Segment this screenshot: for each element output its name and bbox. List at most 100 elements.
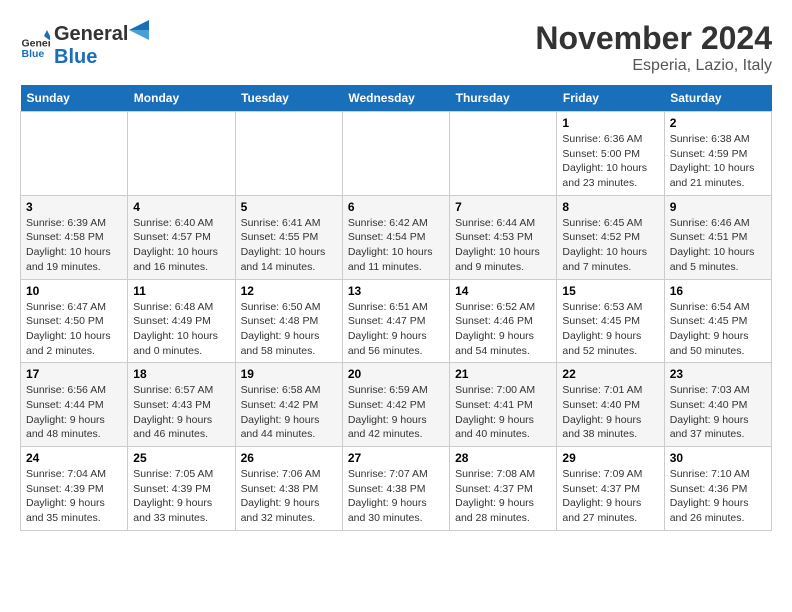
calendar-cell: 5 Sunrise: 6:41 AMSunset: 4:55 PMDaylight… — [235, 195, 342, 279]
calendar-cell: 14 Sunrise: 6:52 AMSunset: 4:46 PMDayligh… — [450, 279, 557, 363]
calendar-cell: 16 Sunrise: 6:54 AMSunset: 4:45 PMDayligh… — [664, 279, 771, 363]
calendar-cell: 27 Sunrise: 7:07 AMSunset: 4:38 PMDayligh… — [342, 447, 449, 531]
month-title: November 2024 — [535, 20, 772, 57]
weekday-header-friday: Friday — [557, 85, 664, 112]
weekday-header-tuesday: Tuesday — [235, 85, 342, 112]
calendar-cell: 1Sunrise: 6:36 AMSunset: 5:00 PMDaylight… — [557, 112, 664, 196]
day-info: Sunrise: 6:39 AMSunset: 4:58 PMDaylight:… — [26, 216, 122, 275]
svg-text:Blue: Blue — [22, 48, 45, 60]
day-number: 12 — [241, 284, 337, 298]
weekday-header-saturday: Saturday — [664, 85, 771, 112]
day-number: 16 — [670, 284, 766, 298]
calendar-cell: 13 Sunrise: 6:51 AMSunset: 4:47 PMDayligh… — [342, 279, 449, 363]
logo: General Blue General Blue — [20, 20, 149, 69]
calendar-week-row: 24Sunrise: 7:04 AMSunset: 4:39 PMDayligh… — [21, 447, 772, 531]
day-number: 10 — [26, 284, 122, 298]
day-number: 26 — [241, 451, 337, 465]
day-info: Sunrise: 6:44 AMSunset: 4:53 PMDaylight:… — [455, 216, 551, 275]
calendar-cell: 6 Sunrise: 6:42 AMSunset: 4:54 PMDaylight… — [342, 195, 449, 279]
day-info: Sunrise: 6:50 AMSunset: 4:48 PMDaylight:… — [241, 300, 337, 359]
day-number: 14 — [455, 284, 551, 298]
day-number: 19 — [241, 367, 337, 381]
day-number: 5 — [241, 200, 337, 214]
calendar-cell: 9Sunrise: 6:46 AMSunset: 4:51 PMDaylight… — [664, 195, 771, 279]
calendar-cell — [235, 112, 342, 196]
calendar-week-row: 10 Sunrise: 6:47 AMSunset: 4:50 PMDayligh… — [21, 279, 772, 363]
location-subtitle: Esperia, Lazio, Italy — [535, 57, 772, 75]
day-number: 18 — [133, 367, 229, 381]
day-info: Sunrise: 7:01 AMSunset: 4:40 PMDaylight:… — [562, 383, 658, 442]
day-info: Sunrise: 7:03 AMSunset: 4:40 PMDaylight:… — [670, 383, 766, 442]
day-number: 7 — [455, 200, 551, 214]
calendar-cell: 21Sunrise: 7:00 AMSunset: 4:41 PMDayligh… — [450, 363, 557, 447]
day-number: 25 — [133, 451, 229, 465]
calendar-cell: 7 Sunrise: 6:44 AMSunset: 4:53 PMDaylight… — [450, 195, 557, 279]
day-info: Sunrise: 6:38 AMSunset: 4:59 PMDaylight:… — [670, 132, 766, 191]
calendar-week-row: 17 Sunrise: 6:56 AMSunset: 4:44 PMDayligh… — [21, 363, 772, 447]
calendar-cell: 19 Sunrise: 6:58 AMSunset: 4:42 PMDayligh… — [235, 363, 342, 447]
day-info: Sunrise: 6:51 AMSunset: 4:47 PMDaylight:… — [348, 300, 444, 359]
day-number: 1 — [562, 116, 658, 130]
day-info: Sunrise: 7:06 AMSunset: 4:38 PMDaylight:… — [241, 467, 337, 526]
calendar-cell: 24Sunrise: 7:04 AMSunset: 4:39 PMDayligh… — [21, 447, 128, 531]
day-info: Sunrise: 6:59 AMSunset: 4:42 PMDaylight:… — [348, 383, 444, 442]
day-info: Sunrise: 7:07 AMSunset: 4:38 PMDaylight:… — [348, 467, 444, 526]
day-number: 8 — [562, 200, 658, 214]
calendar-cell: 4 Sunrise: 6:40 AMSunset: 4:57 PMDaylight… — [128, 195, 235, 279]
calendar-cell — [128, 112, 235, 196]
day-info: Sunrise: 6:42 AMSunset: 4:54 PMDaylight:… — [348, 216, 444, 275]
day-info: Sunrise: 6:47 AMSunset: 4:50 PMDaylight:… — [26, 300, 122, 359]
day-number: 3 — [26, 200, 122, 214]
calendar-cell — [450, 112, 557, 196]
calendar-cell — [21, 112, 128, 196]
calendar-week-row: 1Sunrise: 6:36 AMSunset: 5:00 PMDaylight… — [21, 112, 772, 196]
day-info: Sunrise: 6:54 AMSunset: 4:45 PMDaylight:… — [670, 300, 766, 359]
day-number: 17 — [26, 367, 122, 381]
logo-icon: General Blue — [20, 30, 50, 60]
weekday-header-row: SundayMondayTuesdayWednesdayThursdayFrid… — [21, 85, 772, 112]
calendar-cell: 2Sunrise: 6:38 AMSunset: 4:59 PMDaylight… — [664, 112, 771, 196]
day-number: 21 — [455, 367, 551, 381]
logo-blue: Blue — [54, 46, 97, 68]
logo-triangle — [129, 20, 149, 40]
day-info: Sunrise: 6:57 AMSunset: 4:43 PMDaylight:… — [133, 383, 229, 442]
day-number: 30 — [670, 451, 766, 465]
weekday-header-monday: Monday — [128, 85, 235, 112]
calendar-body: 1Sunrise: 6:36 AMSunset: 5:00 PMDaylight… — [21, 112, 772, 531]
day-info: Sunrise: 7:10 AMSunset: 4:36 PMDaylight:… — [670, 467, 766, 526]
day-number: 24 — [26, 451, 122, 465]
day-info: Sunrise: 7:05 AMSunset: 4:39 PMDaylight:… — [133, 467, 229, 526]
day-info: Sunrise: 7:09 AMSunset: 4:37 PMDaylight:… — [562, 467, 658, 526]
calendar-cell: 22Sunrise: 7:01 AMSunset: 4:40 PMDayligh… — [557, 363, 664, 447]
calendar-cell: 28 Sunrise: 7:08 AMSunset: 4:37 PMDayligh… — [450, 447, 557, 531]
calendar-cell: 12 Sunrise: 6:50 AMSunset: 4:48 PMDayligh… — [235, 279, 342, 363]
day-info: Sunrise: 6:52 AMSunset: 4:46 PMDaylight:… — [455, 300, 551, 359]
day-number: 23 — [670, 367, 766, 381]
day-number: 6 — [348, 200, 444, 214]
day-number: 13 — [348, 284, 444, 298]
day-number: 28 — [455, 451, 551, 465]
calendar-cell: 23 Sunrise: 7:03 AMSunset: 4:40 PMDayligh… — [664, 363, 771, 447]
calendar-cell: 26 Sunrise: 7:06 AMSunset: 4:38 PMDayligh… — [235, 447, 342, 531]
day-number: 4 — [133, 200, 229, 214]
day-number: 27 — [348, 451, 444, 465]
calendar-cell: 10 Sunrise: 6:47 AMSunset: 4:50 PMDayligh… — [21, 279, 128, 363]
day-info: Sunrise: 6:41 AMSunset: 4:55 PMDaylight:… — [241, 216, 337, 275]
calendar-cell: 17 Sunrise: 6:56 AMSunset: 4:44 PMDayligh… — [21, 363, 128, 447]
weekday-header-thursday: Thursday — [450, 85, 557, 112]
day-info: Sunrise: 6:45 AMSunset: 4:52 PMDaylight:… — [562, 216, 658, 275]
title-block: November 2024 Esperia, Lazio, Italy — [535, 20, 772, 75]
calendar-cell: 30 Sunrise: 7:10 AMSunset: 4:36 PMDayligh… — [664, 447, 771, 531]
day-info: Sunrise: 7:08 AMSunset: 4:37 PMDaylight:… — [455, 467, 551, 526]
day-info: Sunrise: 6:56 AMSunset: 4:44 PMDaylight:… — [26, 383, 122, 442]
day-number: 11 — [133, 284, 229, 298]
day-number: 20 — [348, 367, 444, 381]
day-info: Sunrise: 6:40 AMSunset: 4:57 PMDaylight:… — [133, 216, 229, 275]
calendar-cell: 18 Sunrise: 6:57 AMSunset: 4:43 PMDayligh… — [128, 363, 235, 447]
weekday-header-sunday: Sunday — [21, 85, 128, 112]
weekday-header-wednesday: Wednesday — [342, 85, 449, 112]
day-info: Sunrise: 6:58 AMSunset: 4:42 PMDaylight:… — [241, 383, 337, 442]
logo-general: General — [54, 23, 128, 46]
calendar-cell: 29 Sunrise: 7:09 AMSunset: 4:37 PMDayligh… — [557, 447, 664, 531]
day-number: 29 — [562, 451, 658, 465]
